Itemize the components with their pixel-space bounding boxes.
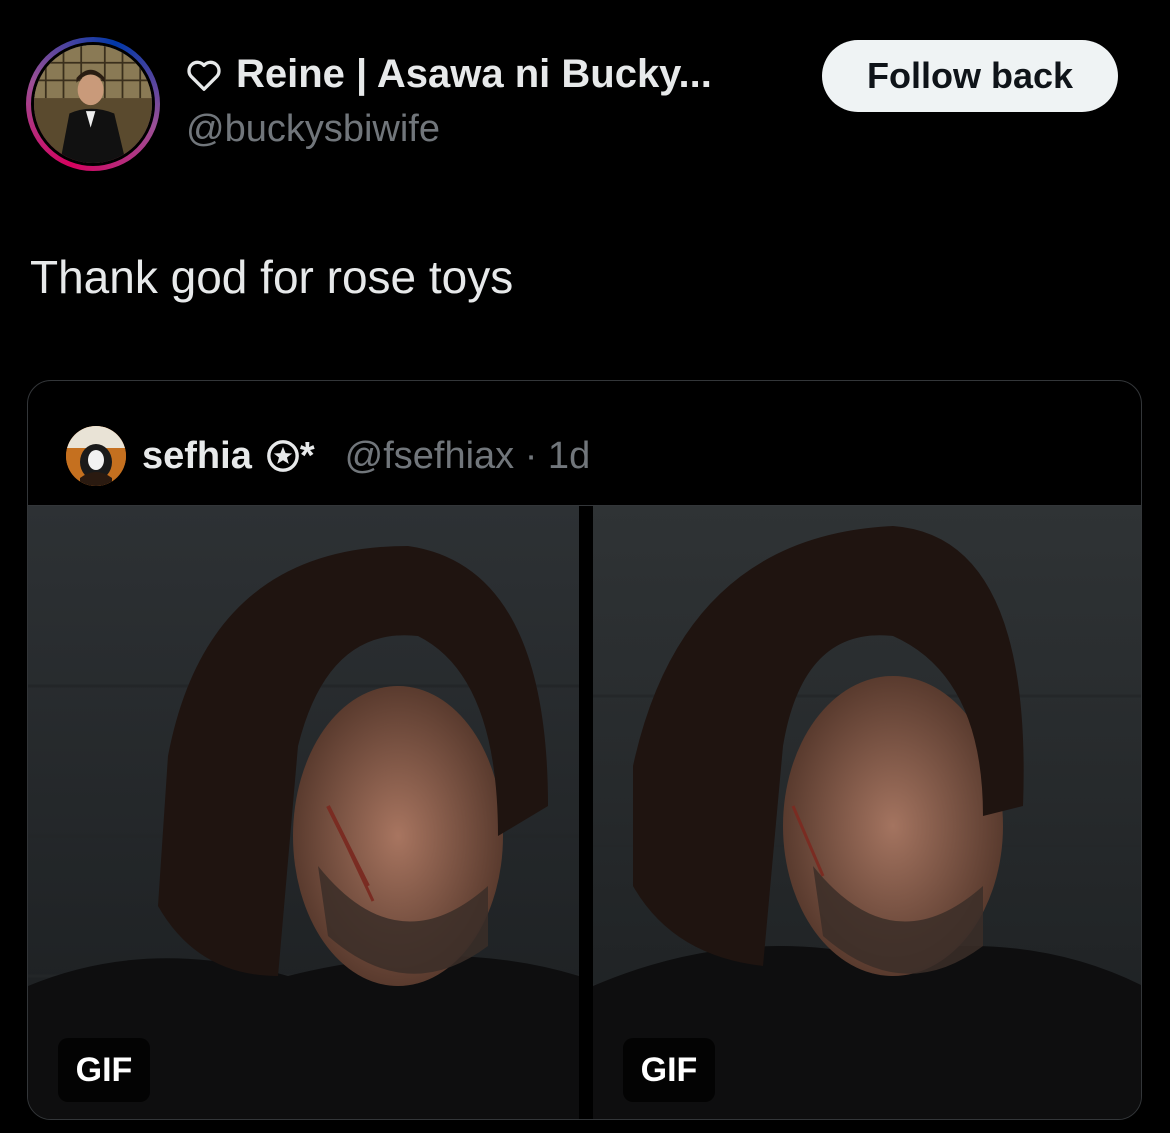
gif-badge-2: GIF (623, 1038, 715, 1102)
heart-outline-icon (186, 58, 222, 92)
author-display-name: Reine | Asawa ni Bucky... (236, 52, 712, 96)
quoted-tweet-header: sefhia * @fsefhiax · 1d (66, 426, 590, 486)
quoted-author-avatar[interactable] (66, 426, 126, 486)
quoted-author-badge: * (266, 435, 315, 478)
gif-thumbnail-1 (28, 506, 579, 1119)
follow-back-button[interactable]: Follow back (822, 40, 1118, 112)
author-avatar[interactable] (26, 37, 160, 171)
author-name-row[interactable]: Reine | Asawa ni Bucky... (186, 52, 712, 97)
gif-thumbnail-2 (593, 506, 1141, 1119)
quoted-author-name: sefhia (142, 434, 252, 477)
author-avatar-image (34, 45, 152, 163)
gif-badge-1: GIF (58, 1038, 150, 1102)
quoted-handle-time: @fsefhiax · 1d (344, 434, 591, 477)
quoted-tweet-card[interactable]: sefhia * @fsefhiax · 1d GIF GIF (27, 380, 1142, 1120)
tweet-text: Thank god for rose toys (30, 251, 514, 303)
gif-media-2[interactable]: GIF (593, 506, 1141, 1119)
gif-media-1[interactable]: GIF (28, 506, 593, 1119)
star-circle-icon (266, 440, 299, 472)
quoted-media-grid: GIF GIF (28, 505, 1141, 1119)
badge-suffix: * (299, 434, 315, 477)
author-handle[interactable]: @buckysbiwife (186, 108, 440, 151)
